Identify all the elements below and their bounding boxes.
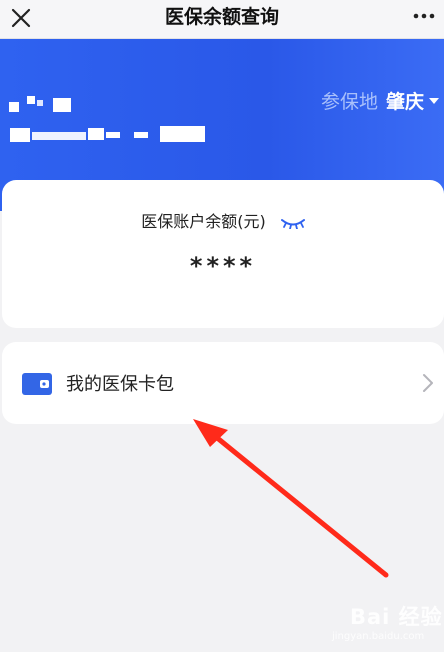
baidu-jingyan-watermark: Bai 经验 jingyan.baidu.com <box>328 595 444 652</box>
caret-down-icon <box>429 97 439 104</box>
masked-name <box>9 96 71 112</box>
page-title: 医保余额查询 <box>164 6 279 28</box>
chevron-right-icon <box>423 374 433 392</box>
balance-label: 医保账户余额(元) <box>141 212 266 231</box>
more-dots-icon[interactable] <box>410 5 438 27</box>
balance-card: 医保账户余额(元) **** <box>2 180 444 328</box>
watermark-url: jingyan.baidu.com <box>332 631 425 642</box>
region-label: 参保地 <box>320 91 378 113</box>
masked-id-number <box>10 126 205 142</box>
wallet-label: 我的医保卡包 <box>66 374 174 395</box>
eye-closed-icon[interactable] <box>280 217 305 229</box>
wallet-icon <box>22 373 52 395</box>
top-navigation-bar: 医保余额查询 <box>0 0 444 39</box>
region-selector[interactable]: 参保地 肇庆 <box>321 87 440 114</box>
region-value: 肇庆 <box>385 91 424 113</box>
watermark-text: Bai 经验 <box>350 605 443 629</box>
balance-value: **** <box>189 252 257 280</box>
my-insurance-card-wallet[interactable]: 我的医保卡包 <box>2 342 444 424</box>
